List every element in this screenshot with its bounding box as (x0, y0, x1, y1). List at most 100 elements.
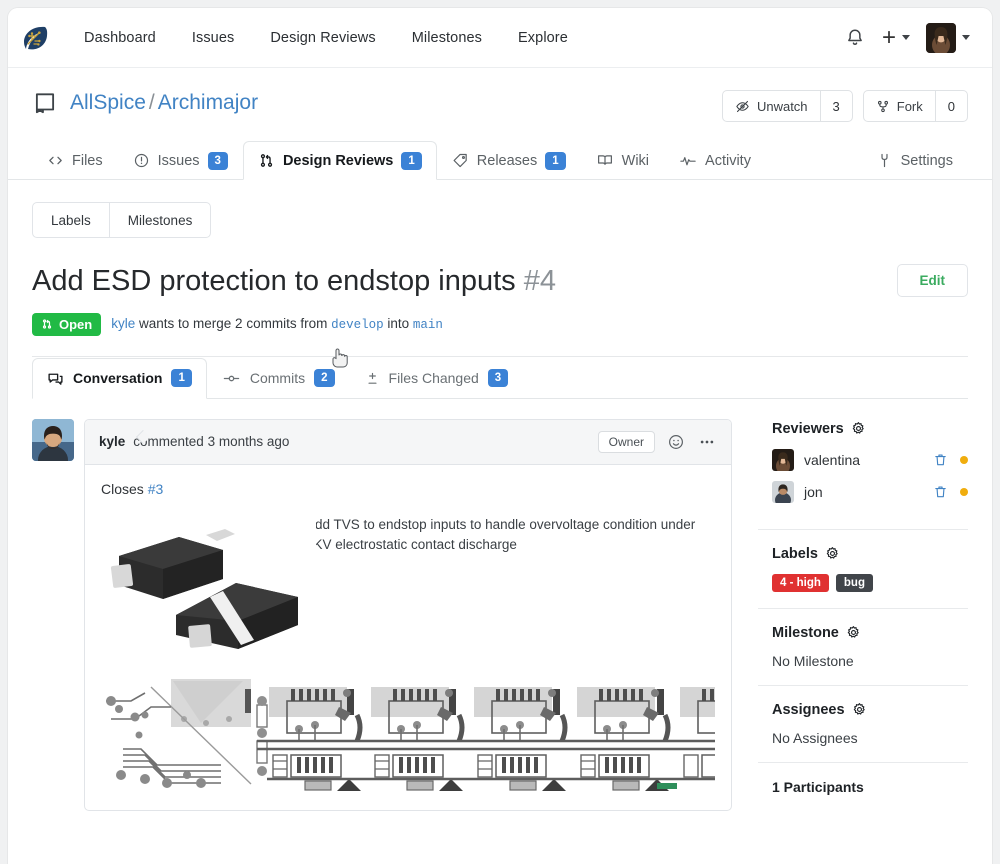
repo-tab-design-reviews[interactable]: Design Reviews 1 (242, 141, 437, 180)
sidebar-participants: 1 Participants (758, 761, 968, 811)
sidebar-milestone: Milestone No Milestone (758, 607, 968, 685)
app-window: Dashboard Issues Design Reviews Mileston… (8, 8, 992, 864)
pull-request-icon (260, 154, 273, 167)
repo-tab-badge: 1 (401, 151, 422, 170)
edit-button[interactable]: Edit (896, 264, 968, 297)
comment-header-actions: Owner (597, 430, 717, 453)
chevron-down-icon (962, 35, 970, 40)
repo-tab-label: Files (72, 152, 103, 169)
eye-slash-icon (736, 100, 749, 112)
sub-toolbar: Labels Milestones (8, 180, 992, 238)
nav-item-milestones[interactable]: Milestones (394, 22, 500, 54)
allspice-leaf-logo-icon[interactable] (18, 21, 52, 55)
gear-icon[interactable] (852, 702, 867, 717)
tab-label: Files Changed (388, 370, 479, 387)
milestone-heading: Milestone (772, 625, 968, 641)
fork-button[interactable]: Fork (864, 91, 935, 121)
review-status-dot (960, 487, 968, 496)
reviewer-name[interactable]: jon (804, 484, 823, 500)
tab-commits[interactable]: Commits 2 (207, 358, 350, 399)
nav-item-issues[interactable]: Issues (174, 22, 253, 54)
reviewer-actions (933, 484, 968, 500)
watch-count[interactable]: 3 (819, 91, 852, 121)
merge-summary-mid: wants to merge 2 commits from (139, 316, 328, 332)
labels-button[interactable]: Labels (33, 203, 109, 237)
milestone-value: No Milestone (772, 652, 854, 669)
page-body: kyle commented 3 months ago Owner Closes… (8, 399, 992, 811)
milestones-button[interactable]: Milestones (108, 203, 211, 237)
pull-request-icon (42, 319, 52, 329)
avatar (772, 480, 794, 503)
issue-author-link[interactable]: kyle (111, 316, 135, 331)
repo-tab-label: Design Reviews (282, 152, 394, 169)
gear-icon[interactable] (846, 625, 861, 640)
gear-icon[interactable] (851, 421, 866, 436)
repo-tab-activity[interactable]: Activity (664, 141, 766, 180)
reviewer-row: valentina (772, 448, 968, 471)
repo-tab-releases[interactable]: Releases 1 (437, 141, 581, 180)
status-badge-label: Open (59, 316, 93, 332)
sidebar-reviewers: Reviewers valentina jon (758, 419, 968, 529)
notification-bell-icon[interactable] (844, 27, 866, 49)
conversation-tab-bar: Conversation 1 Commits 2 Files Changed 3 (32, 357, 968, 399)
target-branch-link[interactable]: main (413, 318, 443, 332)
repo-tab-label: Releases (476, 152, 538, 169)
tab-label: Conversation (73, 370, 163, 387)
merge-summary-into: into (387, 316, 410, 332)
repo-tab-issues[interactable]: Issues 3 (118, 141, 243, 180)
nav-item-explore[interactable]: Explore (500, 22, 586, 54)
assignees-heading: Assignees (772, 702, 968, 718)
user-menu[interactable] (926, 22, 970, 53)
sidebar-labels: Labels 4 - high bug (758, 528, 968, 608)
create-new-button[interactable]: + (882, 25, 910, 50)
repo-tab-label: Wiki (621, 152, 650, 169)
tab-files-changed[interactable]: Files Changed 3 (350, 358, 524, 399)
watch-button-group: Unwatch 3 (721, 90, 853, 122)
tab-badge: 2 (314, 369, 335, 388)
closes-line: Closes #3 (101, 481, 715, 497)
trash-icon[interactable] (933, 484, 948, 500)
comment-author[interactable]: kyle (99, 434, 125, 449)
repo-tab-badge: 1 (545, 151, 566, 170)
milestone-title: Milestone (772, 624, 839, 641)
repo-owner-link[interactable]: AllSpice (70, 91, 146, 114)
tab-badge: 1 (171, 369, 192, 388)
repo-tab-files[interactable]: Files (32, 141, 118, 180)
assignees-value: No Assignees (772, 729, 858, 746)
commit-icon (223, 375, 240, 382)
avatar (772, 448, 794, 471)
comment-body: Closes #3 Add TVS to endstop inputs to h… (85, 465, 731, 795)
tvs-diode-photo (101, 513, 316, 654)
repo-tab-settings[interactable]: Settings (861, 141, 968, 180)
fork-icon (877, 100, 888, 112)
reviewer-name[interactable]: valentina (804, 452, 860, 468)
fork-button-group: Fork 0 (862, 90, 968, 122)
closes-text: Closes (101, 480, 144, 497)
repo-name-link[interactable]: Archimajor (158, 91, 258, 114)
issue-meta: Open kyle wants to merge 2 commits from … (32, 312, 968, 336)
nav-item-design-reviews[interactable]: Design Reviews (252, 22, 393, 54)
nav-links: Dashboard Issues Design Reviews Mileston… (66, 22, 586, 54)
label-pill-high[interactable]: 4 - high (772, 573, 829, 592)
tab-conversation[interactable]: Conversation 1 (32, 357, 207, 399)
kebab-menu-icon[interactable] (697, 433, 717, 451)
repo-tab-wiki[interactable]: Wiki (581, 141, 664, 180)
comment-header: kyle commented 3 months ago Owner (85, 419, 731, 465)
unwatch-label: Unwatch (756, 98, 808, 114)
unwatch-button[interactable]: Unwatch (723, 91, 820, 121)
repo-tab-label: Activity (705, 152, 751, 169)
commenter-avatar[interactable] (32, 418, 74, 461)
reviewer-row: jon (772, 480, 968, 503)
repo-tab-bar: Files Issues 3 Design Reviews 1 Releases… (8, 140, 992, 180)
emoji-smiley-icon[interactable] (667, 433, 685, 451)
fork-count[interactable]: 0 (934, 91, 967, 121)
gear-icon[interactable] (825, 546, 840, 561)
label-pill-bug[interactable]: bug (835, 573, 873, 592)
source-branch-link[interactable]: develop (331, 318, 384, 332)
nav-item-dashboard[interactable]: Dashboard (66, 22, 174, 54)
trash-icon[interactable] (933, 452, 948, 468)
sidebar-assignees: Assignees No Assignees (758, 684, 968, 762)
issue-title-text: Add ESD protection to endstop inputs (32, 265, 516, 297)
closes-issue-link[interactable]: #3 (148, 481, 164, 497)
issue-title-row: Add ESD protection to endstop inputs #4 … (32, 264, 968, 299)
